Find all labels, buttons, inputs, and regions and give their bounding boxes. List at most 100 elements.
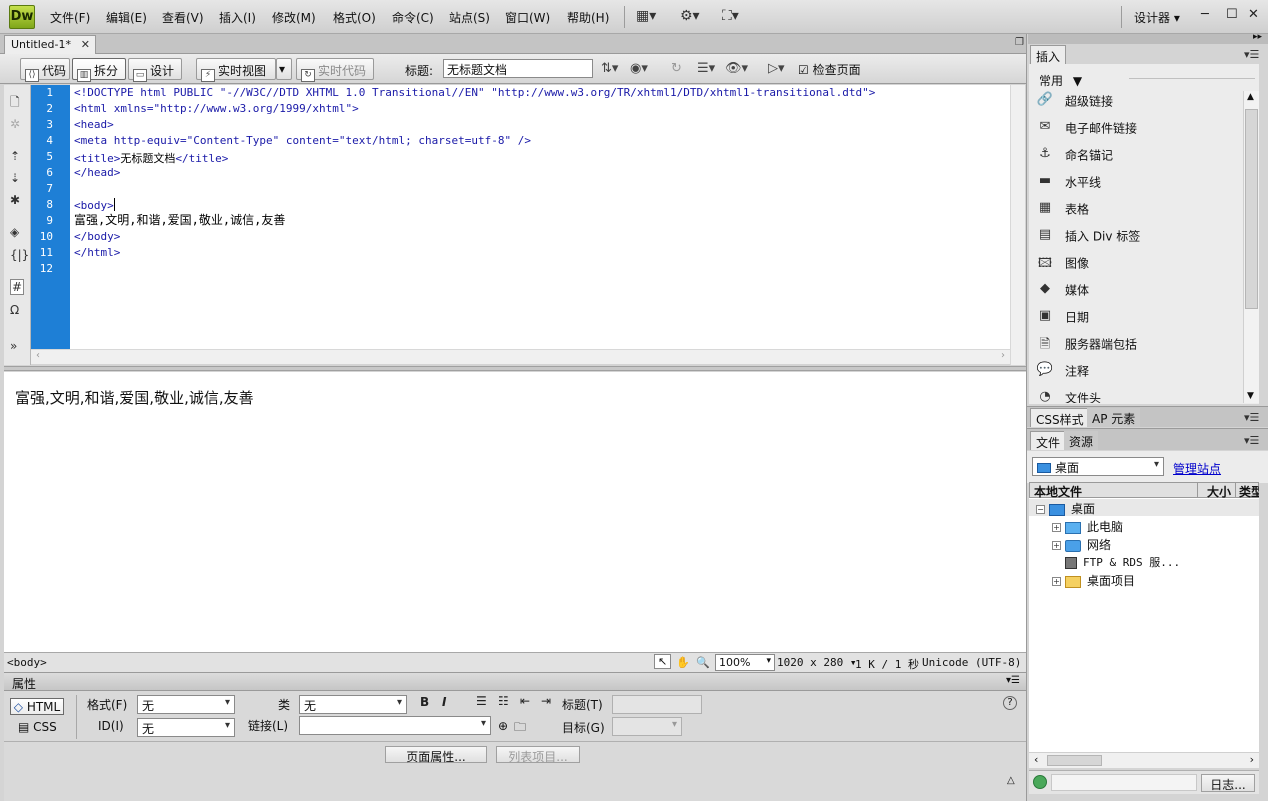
log-button[interactable]: 日志... — [1201, 774, 1255, 792]
panel-menu-icon[interactable]: ▾☰ — [1006, 675, 1020, 686]
menu-edit[interactable]: 编辑(E) — [106, 9, 147, 26]
insert-div-tag[interactable]: ▤ 插入 Div 标签 — [1035, 227, 1140, 251]
expand-all-icon[interactable]: ✱ — [10, 193, 20, 207]
insert-date[interactable]: ▣ 日期 — [1035, 308, 1089, 332]
more-icon[interactable]: » — [10, 339, 17, 353]
show-code-navigator-icon[interactable]: ✲ — [10, 117, 20, 131]
insert-category-select[interactable]: 常用 ▼ — [1039, 72, 1082, 89]
menu-view[interactable]: 查看(V) — [162, 9, 204, 26]
format-select[interactable]: 无 ▾ — [137, 695, 235, 714]
help-icon[interactable]: ? — [1003, 696, 1017, 710]
expand-icon[interactable]: △ — [1007, 775, 1015, 786]
expand-icon[interactable]: + — [1052, 523, 1061, 532]
expand-icon[interactable]: + — [1052, 577, 1061, 586]
insert-head[interactable]: ◔ 文件头 — [1035, 389, 1101, 403]
tree-item-network[interactable]: + 网络 — [1052, 536, 1111, 553]
menu-format[interactable]: 格式(O) — [333, 9, 376, 26]
line-numbers-icon[interactable]: # — [10, 279, 25, 295]
site-map-icon[interactable]: ⛶▾ — [722, 8, 739, 24]
panel-menu-icon[interactable]: ▾☰ — [1244, 411, 1259, 424]
scroll-right-icon[interactable]: › — [1250, 753, 1254, 766]
split-view-button[interactable]: ▥ 拆分 — [72, 58, 126, 82]
files-horizontal-scrollbar[interactable]: ‹ › — [1029, 752, 1259, 768]
file-management-icon[interactable]: ⇅▾ — [601, 61, 618, 76]
split-divider[interactable] — [4, 366, 1026, 371]
insert-panel-scrollbar[interactable]: ▲ ▼ — [1243, 91, 1259, 403]
insert-image[interactable]: 🖾 图像 — [1035, 254, 1089, 278]
highlight-invalid-code-icon[interactable]: Ω — [10, 303, 19, 317]
zoom-select[interactable]: 100% ▾ — [715, 654, 775, 671]
maximize-icon[interactable]: ☐ — [1226, 7, 1238, 22]
tree-item-desktop-root[interactable]: − 桌面 — [1036, 500, 1095, 517]
refresh-icon[interactable]: ↻ — [671, 61, 682, 76]
close-icon[interactable]: ✕ — [1248, 7, 1259, 22]
scroll-down-icon[interactable]: ▼ — [1247, 391, 1254, 401]
site-location-select[interactable]: 桌面 ▾ — [1032, 457, 1164, 476]
minimize-icon[interactable]: ─ — [1201, 7, 1209, 22]
html-mode-button[interactable]: ◇ HTML — [10, 698, 64, 715]
design-view[interactable]: 富强,文明,和谐,爱国,敬业,诚信,友善 — [4, 372, 1026, 652]
insert-named-anchor[interactable]: ⚓ 命名锚记 — [1035, 146, 1113, 170]
tree-item-this-pc[interactable]: + 此电脑 — [1052, 518, 1123, 535]
window-size[interactable]: 1020 x 280 ▾ — [777, 656, 856, 669]
scroll-up-icon[interactable]: ▲ — [1247, 92, 1254, 102]
collapse-full-tag-icon[interactable]: ⇡ — [10, 149, 20, 163]
id-select[interactable]: 无 ▾ — [137, 718, 235, 737]
design-view-button[interactable]: ▭ 设计 — [128, 58, 182, 82]
collapse-selection-icon[interactable]: ⇣ — [10, 171, 20, 185]
expand-icon[interactable]: + — [1052, 541, 1061, 550]
list-item-button[interactable]: 列表项目... — [496, 746, 580, 764]
page-title-input[interactable]: 无标题文档 — [443, 59, 593, 78]
insert-email-link[interactable]: ✉ 电子邮件链接 — [1035, 119, 1137, 143]
live-code-button[interactable]: ↻ 实时代码 — [296, 58, 374, 82]
italic-button[interactable]: I — [442, 695, 446, 709]
insert-media[interactable]: ◆ 媒体 — [1035, 281, 1089, 305]
tree-item-desktop-items[interactable]: + 桌面项目 — [1052, 572, 1135, 589]
select-parent-tag-icon[interactable]: ◈ — [10, 225, 19, 239]
scroll-left-icon[interactable]: ‹ — [1034, 753, 1038, 766]
point-to-file-icon[interactable]: ⊕ — [498, 719, 508, 733]
tab-files[interactable]: 文件 — [1030, 431, 1067, 450]
code-editor[interactable]: <!DOCTYPE html PUBLIC "-//W3C//DTD XHTML… — [70, 85, 1010, 349]
column-divider[interactable] — [1235, 482, 1236, 498]
layout-icon[interactable]: ▦▾ — [636, 8, 656, 24]
menu-window[interactable]: 窗口(W) — [505, 9, 550, 26]
insert-server-include[interactable]: 🗎 服务器端包括 — [1035, 335, 1137, 359]
workspace-switcher[interactable]: 设计器 ▾ — [1134, 9, 1180, 26]
collapse-icon[interactable]: ▸▸ — [1253, 32, 1262, 42]
title-field-input[interactable] — [612, 695, 702, 714]
panel-menu-icon[interactable]: ▾☰ — [1244, 48, 1259, 61]
tab-assets[interactable]: 资源 — [1064, 431, 1099, 450]
code-vertical-scrollbar[interactable] — [1010, 85, 1025, 365]
close-icon[interactable]: ✕ — [81, 38, 90, 51]
code-view-button[interactable]: ⟨⟩ 代码 — [20, 58, 70, 82]
indent-icon[interactable]: ⇥ — [541, 694, 551, 708]
zoom-tool-icon[interactable]: 🔍 — [696, 656, 710, 669]
menu-modify[interactable]: 修改(M) — [272, 9, 316, 26]
insert-table[interactable]: ▦ 表格 — [1035, 200, 1089, 224]
tab-ap-elements[interactable]: AP 元素 — [1087, 408, 1141, 427]
document-tab[interactable]: Untitled-1* ✕ — [4, 35, 96, 54]
menu-commands[interactable]: 命令(C) — [392, 9, 434, 26]
panel-collapse-strip[interactable]: ▸▸ — [1028, 32, 1268, 44]
bold-button[interactable]: B — [420, 695, 429, 709]
tab-insert[interactable]: 插入 — [1030, 45, 1067, 64]
scroll-left-icon[interactable]: ‹ — [36, 350, 40, 361]
insert-horizontal-rule[interactable]: ▬ 水平线 — [1035, 173, 1101, 197]
link-input[interactable]: ▾ — [299, 716, 491, 735]
tag-selector[interactable]: <body> — [7, 656, 47, 669]
page-properties-button[interactable]: 页面属性... — [385, 746, 487, 764]
live-view-button[interactable]: ⚡ 实时视图 — [196, 58, 276, 82]
code-horizontal-scrollbar[interactable]: ‹ › — [31, 349, 1010, 364]
insert-hyperlink[interactable]: 🔗 超级链接 — [1035, 92, 1113, 116]
visual-aids-icon[interactable]: 👁▾ — [725, 61, 748, 76]
live-view-dropdown[interactable]: ▾ — [276, 58, 292, 80]
open-documents-icon[interactable]: 🗋 — [10, 93, 20, 114]
menu-file[interactable]: 文件(F) — [50, 9, 90, 26]
tree-item-ftp-rds[interactable]: FTP & RDS 服... — [1065, 554, 1180, 570]
css-mode-button[interactable]: ▤ CSS — [18, 720, 57, 734]
scroll-thumb[interactable] — [1047, 755, 1102, 766]
menu-insert[interactable]: 插入(I) — [219, 9, 256, 26]
properties-panel-header[interactable]: 属性 ▾☰ — [4, 672, 1026, 691]
gear-icon[interactable]: ⚙▾ — [680, 8, 700, 24]
